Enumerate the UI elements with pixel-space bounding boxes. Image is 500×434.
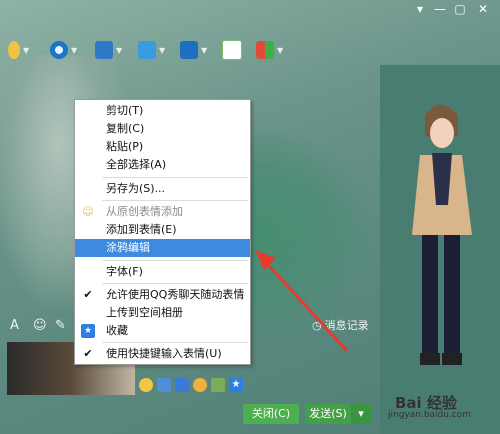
- annotation-arrow: [255, 250, 348, 352]
